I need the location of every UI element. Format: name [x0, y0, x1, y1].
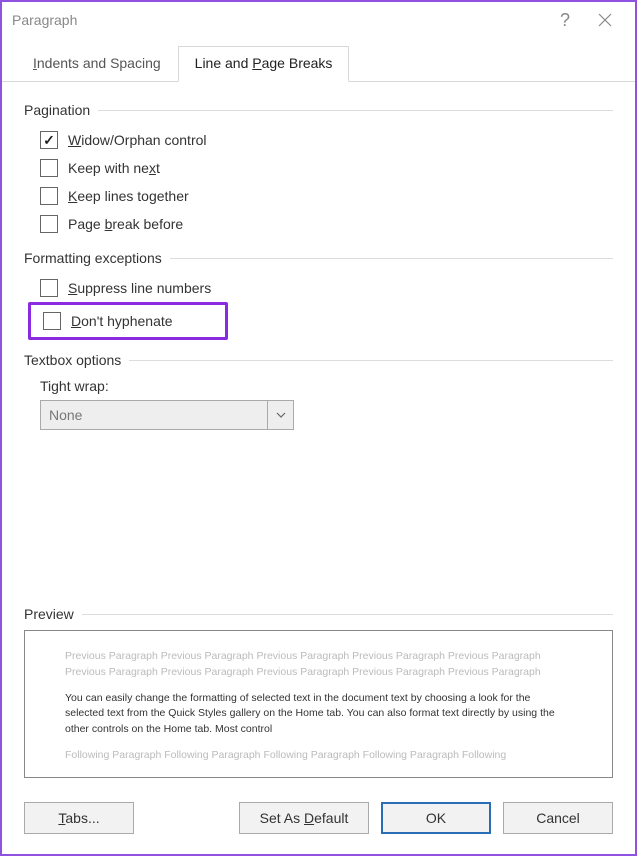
tab-indents-spacing[interactable]: IIndents and Spacingndents and Spacing — [16, 46, 178, 82]
help-button[interactable]: ? — [545, 5, 585, 35]
chevron-down-icon — [276, 412, 286, 418]
suppress-line-numbers-label: Suppress line numbers — [68, 280, 211, 296]
suppress-line-numbers-checkbox[interactable] — [40, 279, 58, 297]
tight-wrap-section: Tight wrap: None — [24, 378, 613, 430]
group-pagination: Pagination — [24, 102, 613, 118]
close-button[interactable] — [585, 5, 625, 35]
dont-hyphenate-highlight: Don't hyphenate — [28, 302, 228, 340]
widow-orphan-label: Widow/Orphan control — [68, 132, 207, 148]
preview-box: Previous Paragraph Previous Paragraph Pr… — [24, 630, 613, 778]
keep-with-next-row[interactable]: Keep with next — [24, 154, 613, 182]
preview-previous-text: Previous Paragraph Previous Paragraph Pr… — [65, 649, 572, 681]
group-formatting-exceptions: Formatting exceptions — [24, 250, 613, 266]
page-break-before-row[interactable]: Page break before — [24, 210, 613, 238]
titlebar: Paragraph ? — [2, 2, 635, 38]
preview-main-text: You can easily change the formatting of … — [65, 691, 572, 738]
widow-orphan-checkbox[interactable] — [40, 131, 58, 149]
cancel-button[interactable]: Cancel — [503, 802, 613, 834]
keep-with-next-checkbox[interactable] — [40, 159, 58, 177]
set-as-default-button[interactable]: Set As Default — [239, 802, 369, 834]
tight-wrap-label: Tight wrap: — [40, 378, 613, 394]
tight-wrap-value: None — [41, 401, 267, 429]
page-break-before-checkbox[interactable] — [40, 215, 58, 233]
tab-strip: IIndents and Spacingndents and Spacing L… — [2, 38, 635, 82]
keep-lines-together-label: Keep lines together — [68, 188, 189, 204]
widow-orphan-row[interactable]: Widow/Orphan control — [24, 126, 613, 154]
help-icon: ? — [560, 10, 570, 31]
page-break-before-label: Page break before — [68, 216, 183, 232]
suppress-line-numbers-row[interactable]: Suppress line numbers — [24, 274, 613, 302]
dont-hyphenate-label: Don't hyphenate — [71, 313, 173, 329]
ok-button[interactable]: OK — [381, 802, 491, 834]
tabs-button[interactable]: Tabs... — [24, 802, 134, 834]
preview-section: Preview Previous Paragraph Previous Para… — [24, 600, 613, 778]
preview-following-text: Following Paragraph Following Paragraph … — [65, 748, 572, 764]
tight-wrap-select[interactable]: None — [40, 400, 294, 430]
paragraph-dialog: Paragraph ? IIndents and Spacingndents a… — [0, 0, 637, 856]
dont-hyphenate-checkbox[interactable] — [43, 312, 61, 330]
dialog-title: Paragraph — [12, 12, 545, 28]
dont-hyphenate-row[interactable]: Don't hyphenate — [43, 307, 173, 335]
keep-lines-together-row[interactable]: Keep lines together — [24, 182, 613, 210]
keep-lines-together-checkbox[interactable] — [40, 187, 58, 205]
group-preview: Preview — [24, 606, 613, 622]
dialog-footer: Tabs... Set As Default OK Cancel — [2, 788, 635, 854]
group-textbox-options: Textbox options — [24, 352, 613, 368]
close-icon — [598, 13, 612, 27]
keep-with-next-label: Keep with next — [68, 160, 160, 176]
content-spacer — [24, 430, 613, 590]
tab-line-page-breaks[interactable]: Line and Page Breaks Line and Page Break… — [178, 46, 350, 82]
tight-wrap-dropdown-button[interactable] — [267, 401, 293, 429]
dialog-content: Pagination Widow/Orphan control Keep wit… — [2, 82, 635, 788]
